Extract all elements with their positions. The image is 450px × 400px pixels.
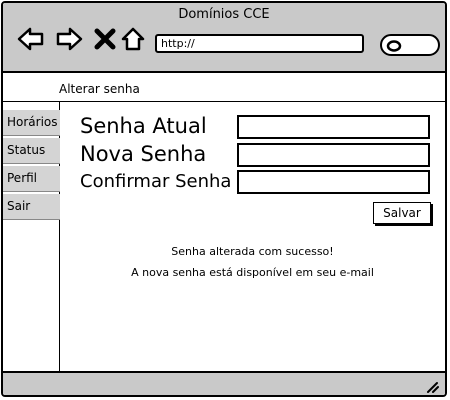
sidebar: Horários Status Perfil Sair xyxy=(3,102,60,375)
sidebar-item-label: Perfil xyxy=(7,171,38,185)
title-bar: Domínios CCE http:// xyxy=(3,3,445,73)
confirm-password-field[interactable] xyxy=(237,170,430,194)
sidebar-item-label: Status xyxy=(7,143,46,157)
window-title: Domínios CCE xyxy=(178,7,270,22)
current-password-label: Senha Atual xyxy=(80,114,207,138)
home-icon[interactable] xyxy=(120,25,148,53)
search-box[interactable] xyxy=(380,34,440,56)
search-icon xyxy=(386,38,402,57)
arrow-left-icon[interactable] xyxy=(17,25,45,53)
breadcrumb: Alterar senha xyxy=(3,77,445,102)
resize-grip-icon[interactable] xyxy=(425,378,439,393)
browser-window: Domínios CCE http:// Alterar senha Horár… xyxy=(1,1,447,397)
arrow-right-icon[interactable] xyxy=(55,25,83,53)
sidebar-item-label: Sair xyxy=(7,199,31,213)
url-input[interactable]: http:// xyxy=(155,34,364,53)
sidebar-item-label: Horários xyxy=(7,115,58,129)
new-password-label: Nova Senha xyxy=(80,142,207,166)
sidebar-item-horarios[interactable]: Horários xyxy=(3,110,60,136)
save-button[interactable]: Salvar xyxy=(373,202,431,224)
status-bar xyxy=(3,371,445,395)
new-password-field[interactable] xyxy=(237,143,430,167)
current-password-field[interactable] xyxy=(237,115,430,139)
sidebar-item-perfil[interactable]: Perfil xyxy=(3,166,60,192)
sidebar-item-sair[interactable]: Sair xyxy=(3,194,60,220)
breadcrumb-label: Alterar senha xyxy=(59,82,140,96)
email-notice: A nova senha está disponível em seu e-ma… xyxy=(131,266,374,279)
success-message: Senha alterada com sucesso! xyxy=(171,245,334,258)
sidebar-item-status[interactable]: Status xyxy=(3,138,60,164)
close-icon[interactable] xyxy=(93,25,121,53)
confirm-password-label: Confirmar Senha xyxy=(80,171,232,192)
